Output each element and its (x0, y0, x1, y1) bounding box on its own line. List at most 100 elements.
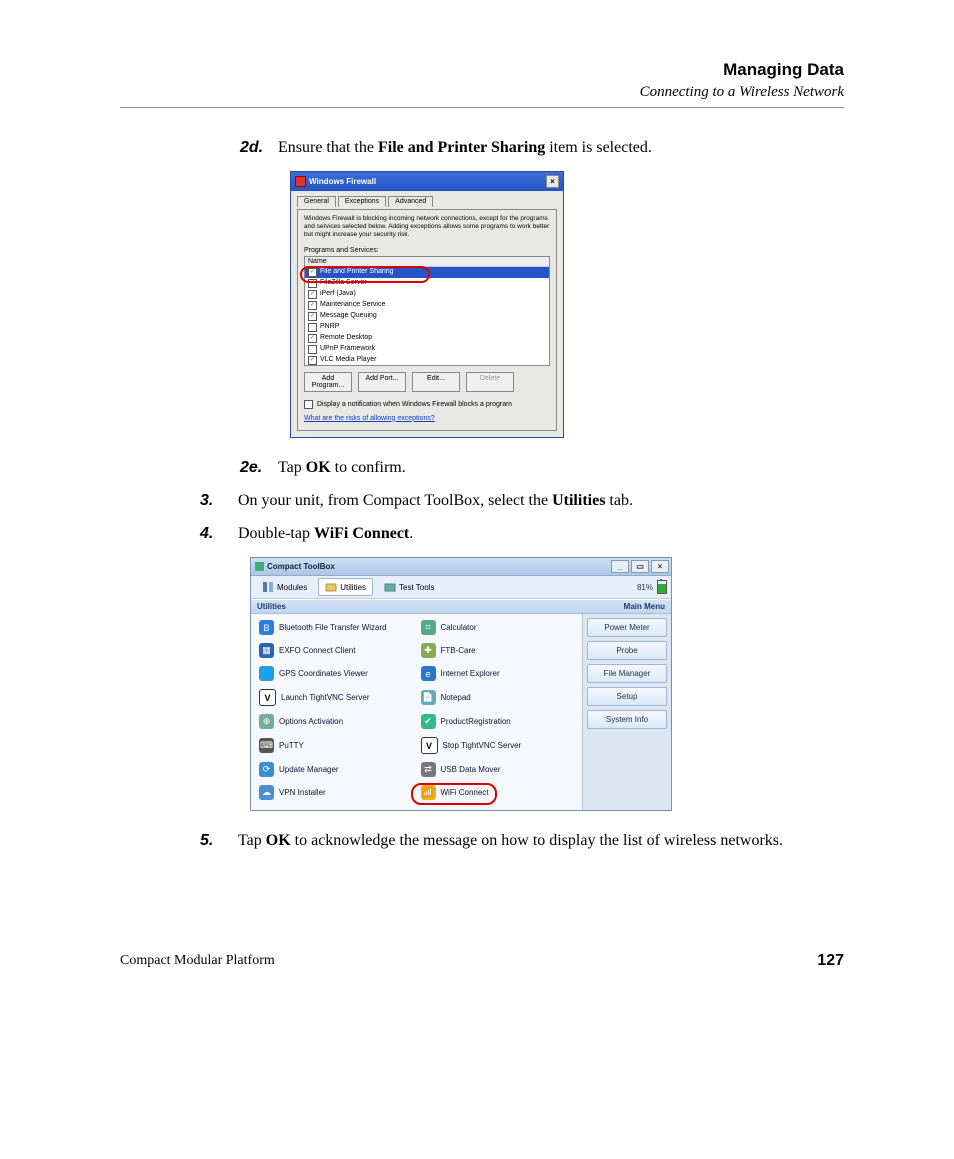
util-ftb-care[interactable]: ✚FTB-Care (421, 643, 575, 658)
checkbox-icon[interactable]: ✓ (308, 279, 317, 288)
tab-advanced[interactable]: Advanced (388, 196, 433, 207)
page-footer: Compact Modular Platform 127 (120, 952, 844, 970)
util-update-manager[interactable]: ⟳Update Manager (259, 762, 413, 777)
util-usb-data-mover[interactable]: ⇄USB Data Mover (421, 762, 575, 777)
page-header: Managing Data Connecting to a Wireless N… (120, 60, 844, 108)
list-item[interactable]: ✓iPerf (Java) (305, 289, 549, 300)
tab-test-tools[interactable]: Test Tools (377, 578, 441, 596)
step-2d-number: 2d. (240, 136, 278, 159)
checkbox-icon[interactable] (308, 323, 317, 332)
checkbox-icon[interactable] (304, 400, 313, 409)
battery-status: 81% (637, 580, 667, 594)
step-5-number: 5. (200, 829, 238, 852)
section-utilities-label: Utilities (257, 602, 286, 611)
step-3: 3. On your unit, from Compact ToolBox, s… (200, 489, 844, 512)
list-item[interactable]: ✓FileZilla Server (305, 278, 549, 289)
modules-icon (262, 581, 274, 593)
bluetooth-icon: B (259, 620, 274, 635)
util-options-activation[interactable]: ⊕Options Activation (259, 714, 413, 729)
util-notepad[interactable]: 📄Notepad (421, 689, 575, 706)
util-wifi-connect[interactable]: 📶WiFi Connect (421, 785, 575, 800)
step-2e-text: Tap OK to confirm. (278, 456, 844, 479)
util-putty[interactable]: ⌨PuTTY (259, 737, 413, 754)
util-product-registration[interactable]: ✔ProductRegistration (421, 714, 575, 729)
maximize-icon[interactable]: ▭ (631, 560, 649, 573)
close-icon[interactable]: × (651, 560, 669, 573)
step-4-text: Double-tap WiFi Connect. (238, 522, 844, 545)
battery-icon (657, 580, 667, 594)
edit-button[interactable]: Edit... (412, 372, 460, 392)
firewall-titlebar: Windows Firewall × (291, 172, 563, 191)
checkbox-icon[interactable]: ✓ (308, 334, 317, 343)
firewall-list[interactable]: Name ✓File and Printer Sharing ✓FileZill… (304, 256, 550, 366)
minimize-icon[interactable]: _ (611, 560, 629, 573)
util-calculator[interactable]: ⌗Calculator (421, 620, 575, 635)
checkbox-icon[interactable]: ✓ (308, 356, 317, 365)
list-item[interactable]: ✓Maintenance Service (305, 300, 549, 311)
list-item-file-printer-sharing[interactable]: ✓File and Printer Sharing (305, 267, 549, 278)
step-2d-post: item is selected. (545, 139, 652, 156)
wifi-icon: 📶 (421, 785, 436, 800)
step-2e-number: 2e. (240, 456, 278, 479)
add-port-button[interactable]: Add Port... (358, 372, 406, 392)
util-exfo-connect[interactable]: ▦EXFO Connect Client (259, 643, 413, 658)
notification-checkbox-row[interactable]: Display a notification when Windows Fire… (304, 400, 550, 409)
step-2d-pre: Ensure that the (278, 139, 378, 156)
side-probe[interactable]: Probe (587, 641, 667, 660)
footer-left: Compact Modular Platform (120, 953, 275, 969)
side-file-manager[interactable]: File Manager (587, 664, 667, 683)
page-number: 127 (817, 952, 844, 970)
step-2d-bold: File and Printer Sharing (378, 139, 545, 156)
test-tools-icon (384, 581, 396, 593)
list-item[interactable]: PNRP (305, 322, 549, 333)
usb-icon: ⇄ (421, 762, 436, 777)
util-vpn-installer[interactable]: ☁VPN Installer (259, 785, 413, 800)
util-launch-vnc[interactable]: VLaunch TightVNC Server (259, 689, 413, 706)
header-title: Managing Data (120, 60, 844, 80)
util-ie[interactable]: eInternet Explorer (421, 666, 575, 681)
toolbox-screenshot: Compact ToolBox _ ▭ × Modules Utilities (250, 557, 844, 811)
tab-modules[interactable]: Modules (255, 578, 314, 596)
list-item[interactable]: ✓Remote Desktop (305, 333, 549, 344)
toolbox-window: Compact ToolBox _ ▭ × Modules Utilities (250, 557, 672, 811)
ftbcare-icon: ✚ (421, 643, 436, 658)
step-5-text: Tap OK to acknowledge the message on how… (238, 829, 844, 852)
list-item[interactable]: ✓Message Queuing (305, 311, 549, 322)
section-main-menu-label: Main Menu (624, 602, 665, 611)
side-system-info[interactable]: System Info (587, 710, 667, 729)
calculator-icon: ⌗ (421, 620, 436, 635)
step-4: 4. Double-tap WiFi Connect. (200, 522, 844, 545)
util-stop-vnc[interactable]: VStop TightVNC Server (421, 737, 575, 754)
registration-icon: ✔ (421, 714, 436, 729)
step-2e: 2e. Tap OK to confirm. (240, 456, 844, 479)
delete-button[interactable]: Delete (466, 372, 514, 392)
step-5: 5. Tap OK to acknowledge the message on … (200, 829, 844, 852)
toolbox-title-text: Compact ToolBox (267, 562, 335, 571)
util-gps[interactable]: 🌐GPS Coordinates Viewer (259, 666, 413, 681)
tab-utilities[interactable]: Utilities (318, 578, 373, 596)
checkbox-icon[interactable] (308, 345, 317, 354)
add-program-button[interactable]: Add Program... (304, 372, 352, 392)
firewall-buttons: Add Program... Add Port... Edit... Delet… (304, 372, 550, 392)
step-3-text: On your unit, from Compact ToolBox, sele… (238, 489, 844, 512)
toolbox-app-icon (255, 562, 264, 571)
list-item[interactable]: UPnP Framework (305, 344, 549, 355)
list-item[interactable]: ✓VLC Media Player (305, 355, 549, 366)
firewall-list-header: Name (305, 257, 549, 267)
side-setup[interactable]: Setup (587, 687, 667, 706)
firewall-list-label: Programs and Services: (304, 247, 550, 254)
checkbox-icon[interactable]: ✓ (308, 301, 317, 310)
util-bluetooth[interactable]: BBluetooth File Transfer Wizard (259, 620, 413, 635)
risks-link[interactable]: What are the risks of allowing exception… (304, 415, 435, 422)
checkbox-icon[interactable]: ✓ (308, 290, 317, 299)
close-icon[interactable]: × (546, 175, 559, 188)
firewall-shield-icon (295, 176, 306, 187)
tab-exceptions[interactable]: Exceptions (338, 196, 386, 207)
toolbox-tabs: Modules Utilities Test Tools 81% (251, 576, 671, 599)
checkbox-icon[interactable]: ✓ (308, 268, 317, 277)
toolbox-titlebar: Compact ToolBox _ ▭ × (251, 558, 671, 576)
checkbox-icon[interactable]: ✓ (308, 312, 317, 321)
step-2d: 2d. Ensure that the File and Printer Sha… (240, 136, 844, 159)
tab-general[interactable]: General (297, 196, 336, 207)
side-power-meter[interactable]: Power Meter (587, 618, 667, 637)
